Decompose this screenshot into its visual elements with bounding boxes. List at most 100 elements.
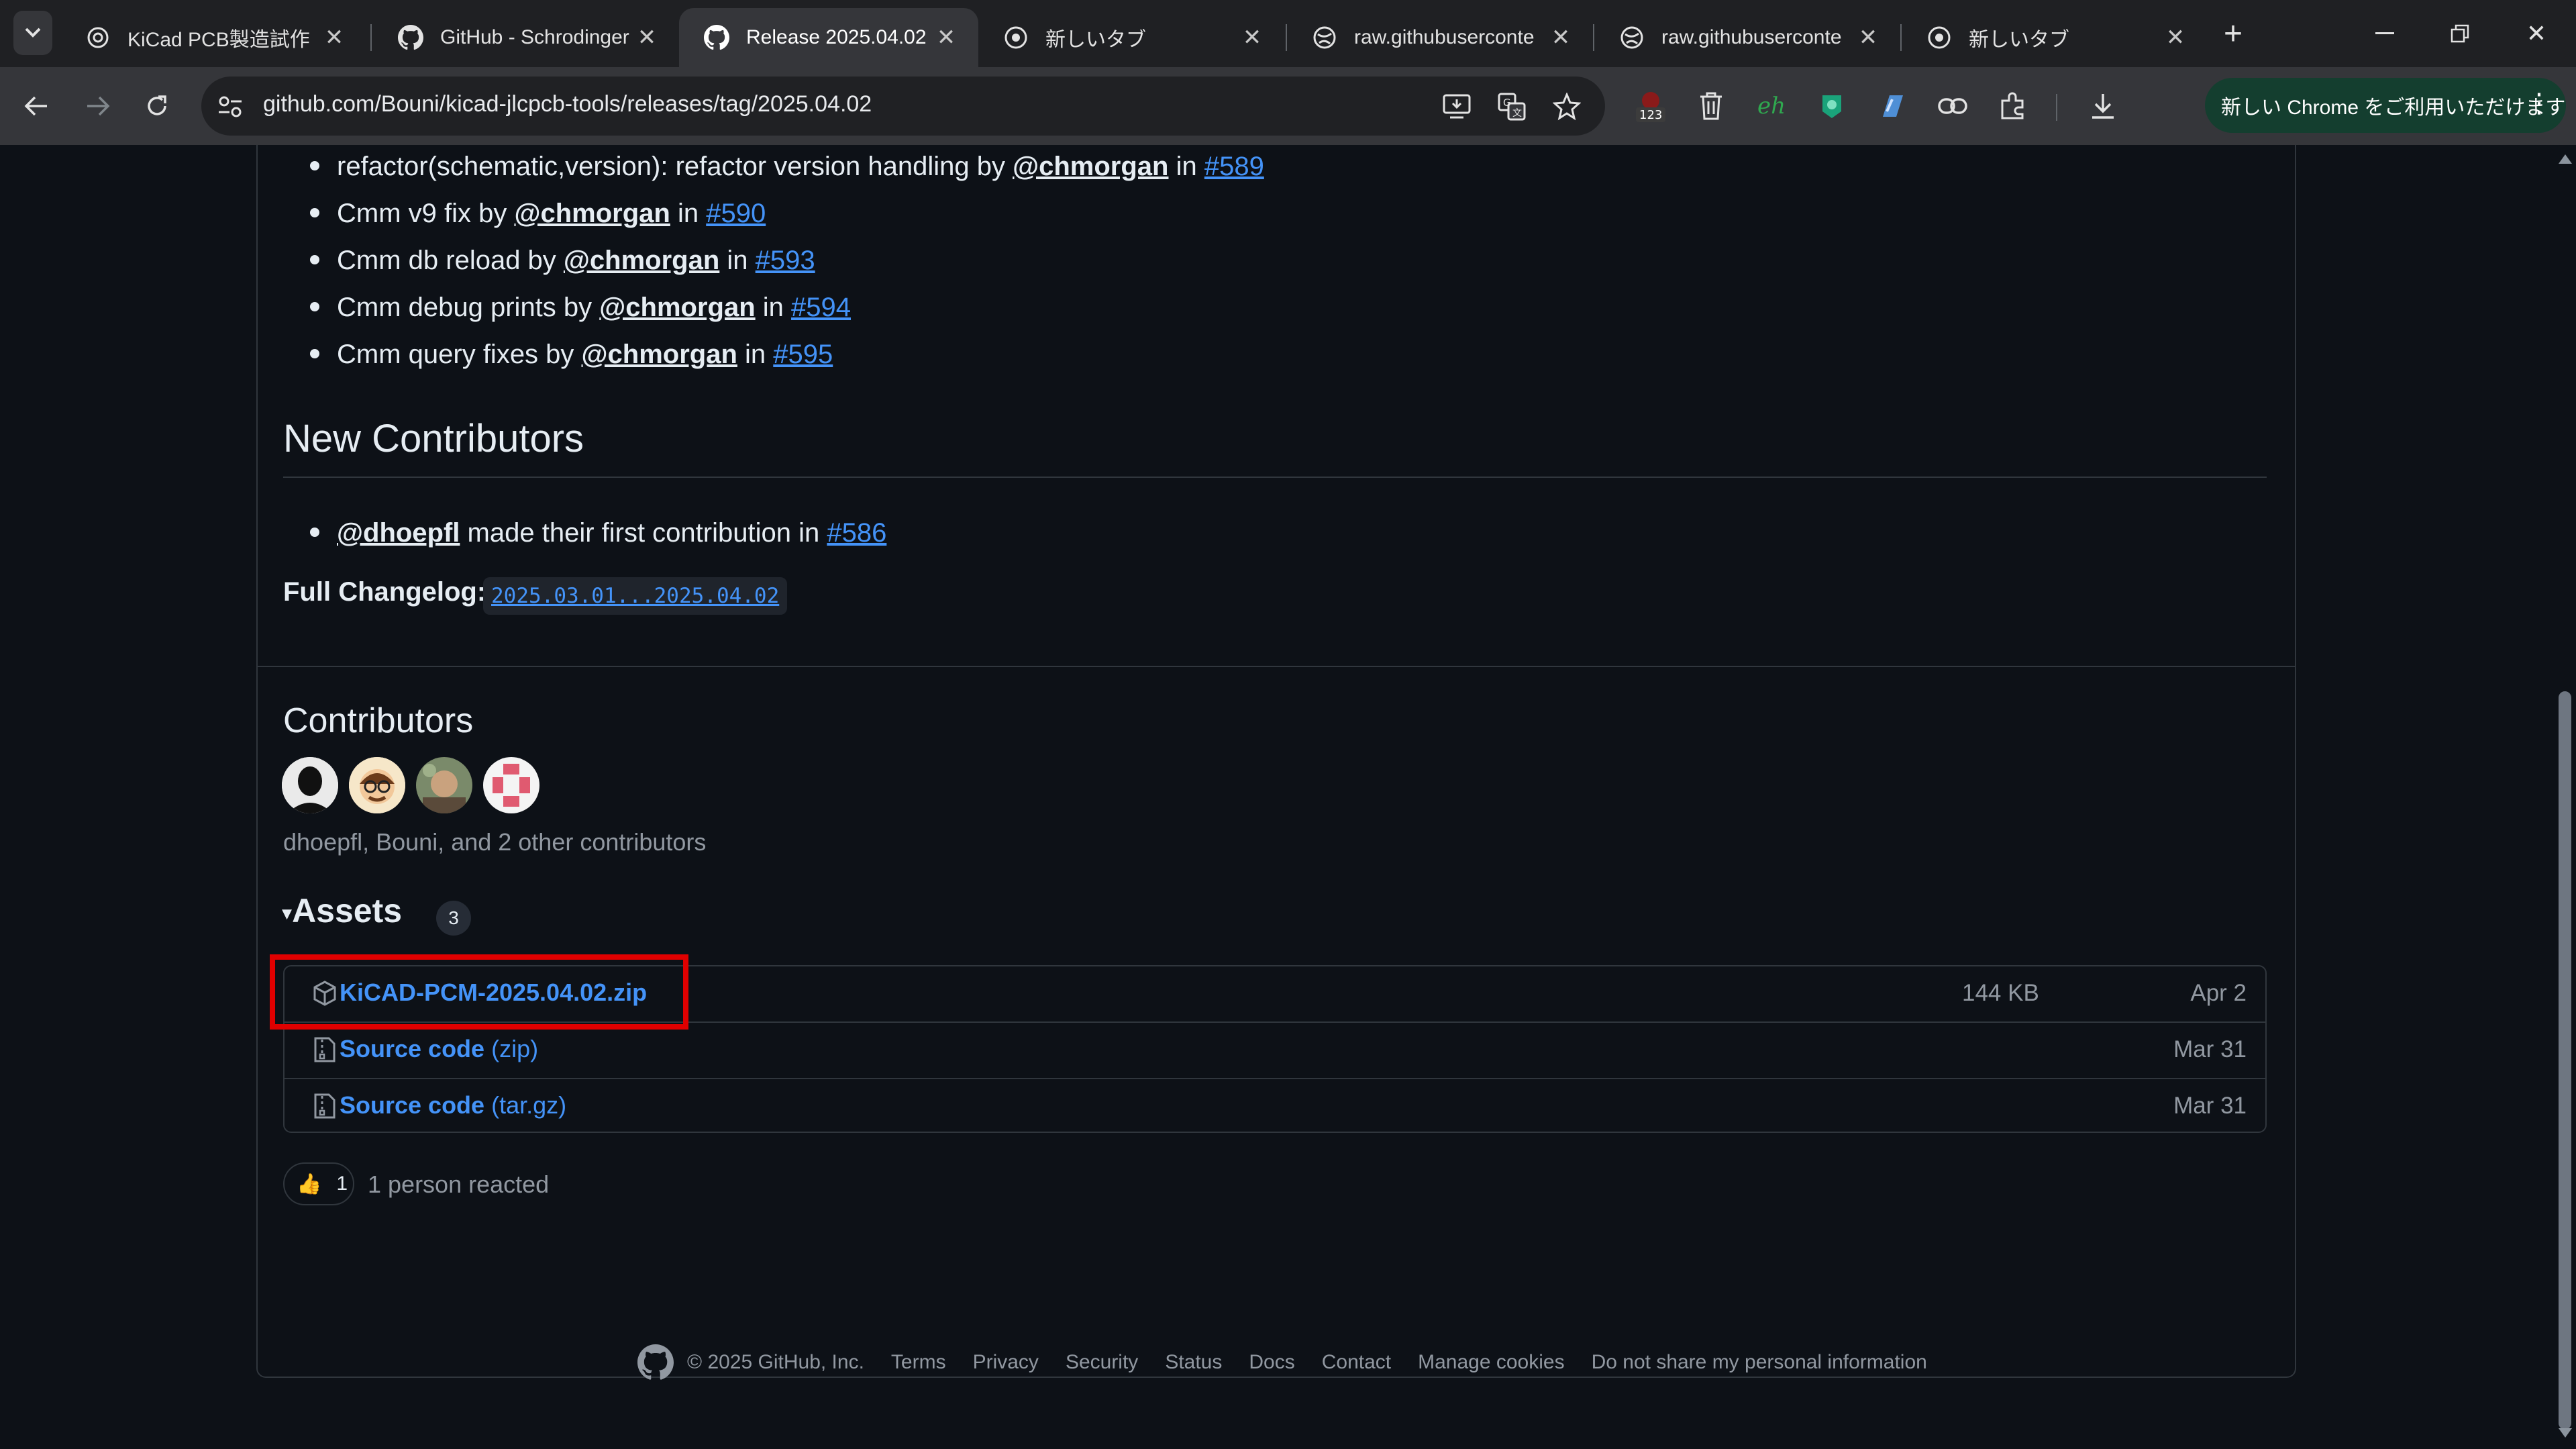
footer-link-terms[interactable]: Terms [891, 1351, 946, 1374]
change-text: Cmm db reload by [337, 246, 564, 275]
changelog-compare-link[interactable]: 2025.03.01...2025.04.02 [483, 577, 788, 615]
bookmark-star-icon[interactable] [1551, 91, 1582, 122]
change-text: Cmm v9 fix by [337, 199, 515, 228]
tab-kicad[interactable]: KiCad PCB製造試作 ✕ [60, 8, 366, 67]
translate-icon[interactable]: G文 [1496, 91, 1527, 122]
chrome-update-button[interactable]: 新しい Chrome をご利用いただけます ⋮ [2205, 78, 2566, 133]
author-link[interactable]: @chmorgan [599, 293, 755, 322]
svg-text:文: 文 [1512, 108, 1522, 119]
globe-icon [1311, 24, 1338, 51]
pr-link[interactable]: #586 [827, 518, 886, 548]
close-icon[interactable]: ✕ [321, 24, 348, 51]
pr-link[interactable]: #593 [756, 246, 815, 275]
author-link[interactable]: @chmorgan [564, 246, 719, 275]
page-viewport: refactor(schematic,version): refactor ve… [0, 145, 2554, 1449]
close-icon[interactable]: ✕ [2162, 24, 2189, 51]
assets-toggle[interactable]: ▾Assets [282, 891, 402, 930]
trash-extension-icon[interactable] [1692, 87, 1730, 125]
list-item: Cmm v9 fix by @chmorgan in #590 [337, 199, 766, 229]
tab-release[interactable]: Release 2025.04.02 · ✕ [679, 8, 978, 67]
footer-link-privacy[interactable]: Privacy [973, 1351, 1039, 1374]
tab-github-schrodinger[interactable]: GitHub - Schrodinger ✕ [373, 8, 679, 67]
footer-link-docs[interactable]: Docs [1249, 1351, 1294, 1374]
footer-link-manage-cookies[interactable]: Manage cookies [1418, 1351, 1564, 1374]
url-text[interactable]: github.com/Bouni/kicad-jlcpcb-tools/rele… [263, 91, 872, 117]
close-icon[interactable]: ✕ [1855, 24, 1882, 51]
extension-counter-icon[interactable]: 123 [1632, 87, 1669, 125]
github-logo-icon[interactable] [637, 1344, 674, 1381]
author-link[interactable]: @dhoepfl [337, 518, 460, 548]
pr-link[interactable]: #595 [773, 340, 833, 369]
list-item: Cmm debug prints by @chmorgan in #594 [337, 293, 851, 323]
install-app-icon[interactable] [1441, 91, 1472, 122]
page-scrollbar[interactable] [2554, 145, 2576, 1449]
author-link[interactable]: @chmorgan [1013, 152, 1168, 181]
tab-search-button[interactable] [13, 11, 52, 55]
scroll-up-arrow-icon[interactable] [2559, 154, 2572, 164]
close-window-button[interactable]: ✕ [2516, 13, 2557, 54]
footer-link-do-not-share[interactable]: Do not share my personal information [1592, 1351, 1927, 1374]
release-card-divider [256, 666, 2296, 667]
author-link[interactable]: @chmorgan [582, 340, 737, 369]
change-text: in [670, 199, 707, 228]
footer-link-contact[interactable]: Contact [1322, 1351, 1391, 1374]
tab-raw-2[interactable]: raw.githubuserconte ✕ [1594, 8, 1900, 67]
tab-divider [370, 24, 372, 51]
reaction-button[interactable]: 👍 1 [283, 1162, 354, 1205]
tab-new-1[interactable]: 新しいタブ ✕ [978, 8, 1284, 67]
tab-raw-1[interactable]: raw.githubuserconte ✕ [1287, 8, 1593, 67]
contribution-text: made their first contribution in [460, 518, 827, 548]
address-bar[interactable]: github.com/Bouni/kicad-jlcpcb-tools/rele… [201, 77, 1605, 136]
chevron-down-icon [25, 28, 41, 38]
minimize-icon [2375, 32, 2394, 34]
pr-link[interactable]: #590 [706, 199, 766, 228]
minimize-button[interactable] [2365, 13, 2405, 54]
scroll-down-arrow-icon[interactable] [2559, 1428, 2572, 1438]
asset-name: Source code [340, 1091, 485, 1119]
asset-download-link[interactable]: Source code (tar.gz) [340, 1091, 566, 1119]
bullet [310, 255, 319, 264]
site-settings-icon[interactable] [216, 93, 244, 121]
restore-button[interactable] [2440, 13, 2480, 54]
eh-extension-icon[interactable]: eh [1753, 87, 1790, 125]
browser-toolbar: github.com/Bouni/kicad-jlcpcb-tools/rele… [0, 67, 2576, 145]
avatar[interactable] [416, 757, 472, 813]
avatar[interactable] [282, 757, 338, 813]
more-vert-icon[interactable]: ⋮ [2526, 90, 2553, 117]
pr-link[interactable]: #589 [1204, 152, 1264, 181]
link-icon[interactable] [1934, 87, 1971, 125]
forward-button[interactable] [78, 86, 118, 126]
footer-link-security[interactable]: Security [1066, 1351, 1138, 1374]
change-text: in [719, 246, 756, 275]
eh-extension-label: eh [1757, 93, 1786, 119]
back-button[interactable] [16, 86, 56, 126]
extensions-puzzle-icon[interactable] [1994, 87, 2032, 125]
footer-link-status[interactable]: Status [1165, 1351, 1222, 1374]
scrollbar-thumb[interactable] [2559, 691, 2571, 1430]
chrome-icon [1002, 24, 1029, 51]
close-icon[interactable]: ✕ [1547, 24, 1574, 51]
close-icon[interactable]: ✕ [633, 24, 660, 51]
green-extension-icon[interactable] [1813, 87, 1851, 125]
asset-download-link[interactable]: Source code (zip) [340, 1035, 538, 1063]
tab-new-2[interactable]: 新しいタブ ✕ [1902, 8, 2208, 67]
new-tab-button[interactable]: + [2214, 15, 2252, 52]
download-icon[interactable] [2084, 87, 2122, 125]
change-text: Cmm debug prints by [337, 293, 600, 322]
release-card [256, 145, 2296, 1378]
avatar[interactable] [349, 757, 405, 813]
update-label: 新しい Chrome をご利用いただけます [2221, 97, 2566, 119]
blue-extension-icon[interactable] [1873, 87, 1911, 125]
tab-title: 新しいタブ [1045, 29, 1146, 51]
change-text: Cmm query fixes by [337, 340, 582, 369]
change-text: in [737, 340, 774, 369]
reload-button[interactable] [137, 86, 177, 126]
pr-link[interactable]: #594 [791, 293, 851, 322]
assets-count-badge: 3 [436, 901, 471, 936]
tab-strip: KiCad PCB製造試作 ✕ GitHub - Schrodinger ✕ R… [0, 0, 2576, 67]
author-link[interactable]: @chmorgan [514, 199, 670, 228]
close-icon[interactable]: ✕ [933, 24, 960, 51]
avatar[interactable] [483, 757, 539, 813]
close-icon[interactable]: ✕ [1239, 24, 1266, 51]
asset-name: Source code [340, 1035, 485, 1062]
